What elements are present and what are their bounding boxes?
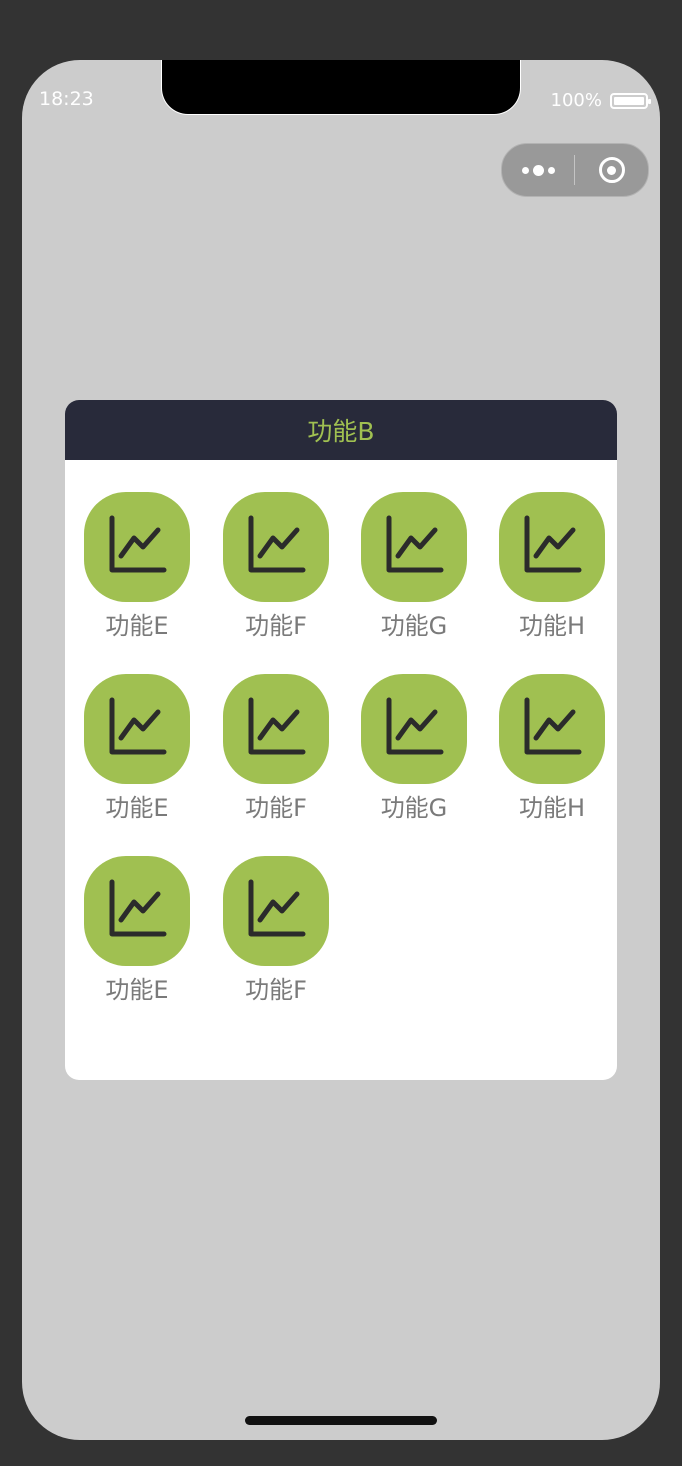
function-label: 功能H [518,612,586,640]
function-label: 功能F [245,612,307,640]
function-item[interactable]: 功能E [77,674,197,823]
status-time: 18:23 [39,88,94,110]
home-indicator [245,1416,437,1425]
line-chart-icon [521,514,583,580]
line-chart-icon [106,878,168,944]
function-label: 功能E [105,794,169,822]
function-tile[interactable] [361,674,467,784]
line-chart-icon [383,514,445,580]
line-chart-icon [245,878,307,944]
line-chart-icon [521,696,583,762]
function-item[interactable]: 功能F [216,492,336,641]
function-item[interactable]: 功能F [216,674,336,823]
line-chart-icon [106,514,168,580]
function-item[interactable]: 功能H [492,492,612,641]
function-tile[interactable] [361,492,467,602]
function-tile[interactable] [499,674,605,784]
battery-percentage: 100% [550,90,602,111]
line-chart-icon [245,514,307,580]
function-tile[interactable] [223,492,329,602]
function-item[interactable]: 功能G [354,492,474,641]
function-item[interactable]: 功能H [492,674,612,823]
function-label: 功能H [518,794,586,822]
function-item[interactable]: 功能E [77,492,197,641]
more-dots-icon[interactable] [502,164,574,176]
function-tile[interactable] [84,492,190,602]
line-chart-icon [106,696,168,762]
panel-header: 功能B [65,400,617,460]
function-tile[interactable] [223,856,329,966]
function-label: 功能G [380,612,448,640]
function-tile[interactable] [499,492,605,602]
capsule-close-button[interactable] [575,157,648,183]
function-tile[interactable] [84,856,190,966]
line-chart-icon [383,696,445,762]
function-label: 功能E [105,976,169,1004]
function-label: 功能F [245,794,307,822]
function-item[interactable]: 功能F [216,856,336,1005]
notch [162,60,520,114]
function-panel: 功能B 功能E 功能F 功能G 功能H 功能E 功能F 功能G 功能H 功能E 功能F [65,400,617,1080]
function-label: 功能F [245,976,307,1004]
function-item[interactable]: 功能E [77,856,197,1005]
function-item[interactable]: 功能G [354,674,474,823]
line-chart-icon [245,696,307,762]
function-tile[interactable] [223,674,329,784]
phone-screen: 18:23 100% 功能B 功能E 功能F 功能G 功能H 功能E 功能F 功能G 功能H 功… [22,60,660,1440]
panel-title: 功能B [307,417,375,446]
function-label: 功能E [105,612,169,640]
function-label: 功能G [380,794,448,822]
mini-program-capsule [501,143,649,197]
function-tile[interactable] [84,674,190,784]
target-circle-icon [598,157,625,183]
status-right: 100% [550,90,651,111]
battery-icon [610,92,651,109]
